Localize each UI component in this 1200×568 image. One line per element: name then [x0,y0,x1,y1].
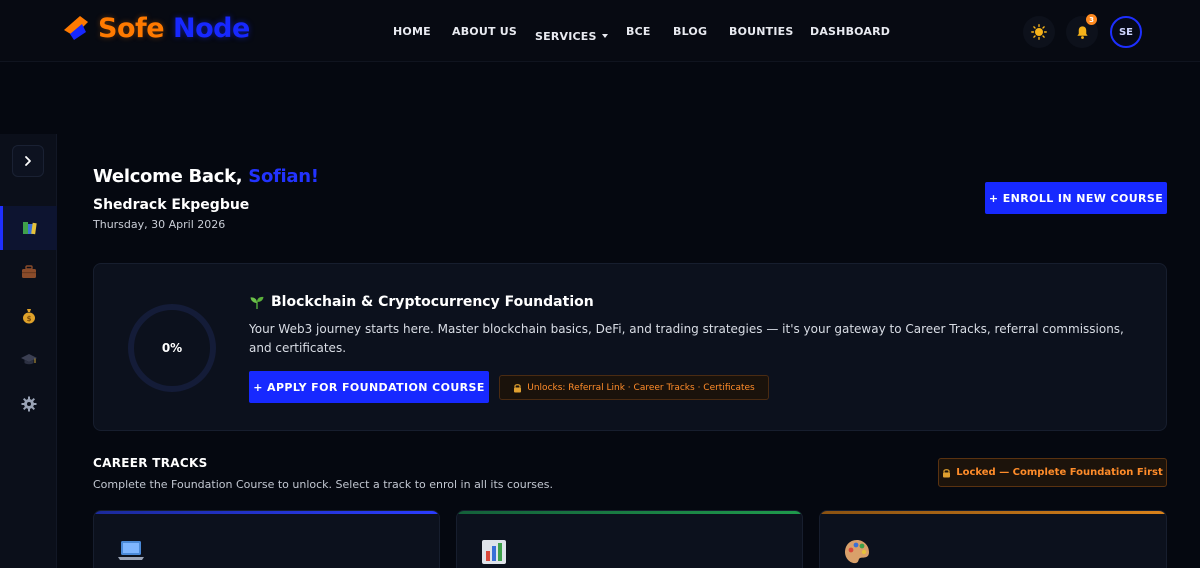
apply-foundation-course-button[interactable]: + APPLY FOR FOUNDATION COURSE [249,371,489,403]
sidebar-item-earnings[interactable]: $ [0,294,57,338]
bell-icon [1076,25,1088,39]
sidebar-item-courses[interactable] [0,206,57,250]
brand-name-part1: Sofe [98,12,165,44]
sidebar-expand-button[interactable] [12,145,44,177]
theme-toggle-button[interactable] [1023,16,1055,48]
money-bag-icon: $ [22,309,35,324]
nav-services[interactable]: SERVICES [535,25,608,44]
briefcase-icon [21,265,36,278]
nav-bce[interactable]: BCE [626,25,651,38]
sidebar-item-settings[interactable] [0,382,57,426]
welcome-heading: Welcome Back, Sofian! [93,166,319,187]
notifications-button[interactable]: 3 [1066,14,1098,48]
foundation-title-text: Blockchain & Cryptocurrency Foundation [271,294,594,310]
brand-name-part2: Node [172,12,250,44]
foundation-description: Your Web3 journey starts here. Master bl… [249,322,1124,355]
nav-home[interactable]: HOME [393,25,431,38]
unlocks-text: Unlocks: Referral Link · Career Tracks ·… [527,382,755,393]
sidebar: $ [0,134,57,568]
lock-icon [514,383,522,392]
current-date: Thursday, 30 April 2026 [93,218,226,231]
career-track-card[interactable] [456,510,803,568]
locked-status-badge: Locked — Complete Foundation First [938,458,1167,487]
brand-logo[interactable]: Sofe Node [60,12,250,44]
nav-dashboard[interactable]: DASHBOARD [810,25,890,38]
notification-badge: 3 [1086,14,1097,25]
locked-status-text: Locked — Complete Foundation First [956,467,1163,478]
books-icon [23,222,37,235]
career-track-card[interactable] [93,510,440,568]
welcome-name: Sofian! [248,166,319,187]
svg-text:$: $ [26,315,31,323]
graduation-cap-icon [20,354,37,365]
logo-mark-icon [64,16,88,40]
progress-ring: 0% [128,304,216,392]
chevron-right-icon [25,156,31,166]
seedling-icon [250,296,264,309]
lock-icon [943,468,951,477]
welcome-greeting: Welcome Back, [93,166,249,187]
user-avatar[interactable]: SE [1110,16,1142,48]
gear-icon [21,396,36,412]
career-track-card[interactable] [819,510,1167,568]
foundation-title: Blockchain & Cryptocurrency Foundation [249,294,594,310]
user-full-name: Shedrack Ekpegbue [93,197,250,213]
foundation-course-card: 0% Blockchain & Cryptocurrency Foundatio… [93,263,1167,431]
career-tracks-subtitle: Complete the Foundation Course to unlock… [93,478,554,491]
sidebar-item-certificates[interactable] [0,338,57,382]
nav-bounties[interactable]: BOUNTIES [729,25,794,38]
nav-about-us[interactable]: ABOUT US [452,25,517,38]
enroll-new-course-button[interactable]: + ENROLL IN NEW COURSE [985,182,1167,214]
top-navbar: Sofe Node HOME ABOUT US SERVICES BCE BLO… [0,0,1200,62]
palette-icon [845,540,869,564]
progress-percent: 0% [161,341,183,355]
nav-services-label: SERVICES [535,30,597,43]
sun-icon [1031,24,1047,40]
laptop-icon [118,541,144,560]
nav-blog[interactable]: BLOG [673,25,707,38]
bar-chart-icon [482,540,506,564]
chevron-down-icon [601,34,608,38]
sidebar-item-career[interactable] [0,250,57,294]
career-tracks-title: CAREER TRACKS [93,456,208,470]
unlocks-badge: Unlocks: Referral Link · Career Tracks ·… [499,375,769,400]
